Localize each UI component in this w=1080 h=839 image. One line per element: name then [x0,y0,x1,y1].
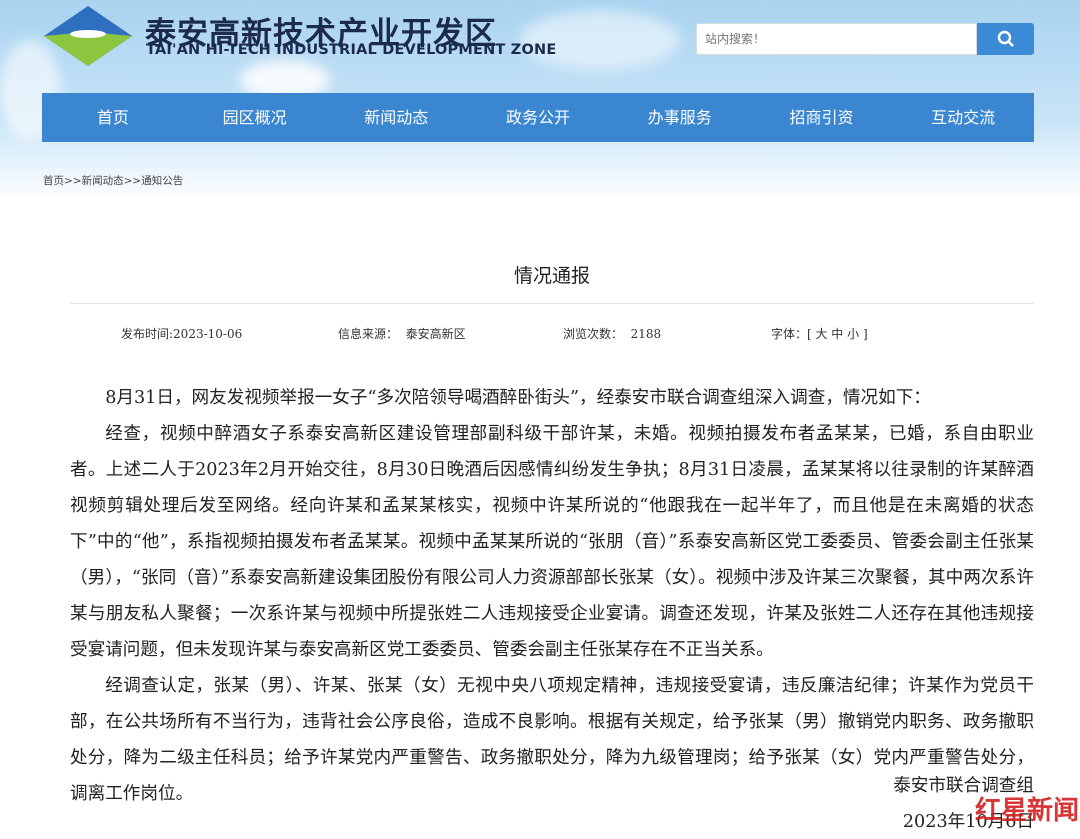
page-title: 情况通报 [513,265,590,287]
nav-government-affairs[interactable]: 政务公开 [467,93,609,142]
font-size-selector[interactable]: 字体：[ 大 中 小 ] [771,325,868,342]
nav-home[interactable]: 首页 [42,93,184,142]
nav-interaction[interactable]: 互动交流 [892,93,1034,142]
view-count: 浏览次数： 2188 [563,327,662,341]
nav-news[interactable]: 新闻动态 [325,93,467,142]
watermark-logo: 红星新闻 [975,796,1080,826]
site-name-en: TAI'AN HI-TECH INDUSTRIAL DEVELOPMENT ZO… [146,42,557,58]
nav-park-overview[interactable]: 园区概况 [184,93,326,142]
publish-time: 发布时间:2023-10-06 [121,327,243,341]
search-icon [997,30,1014,47]
breadcrumb[interactable]: 首页>>新闻动态>>通知公告 [43,173,183,188]
site-logo-icon [44,6,132,66]
nav-investment[interactable]: 招商引资 [751,93,893,142]
divider [70,303,1034,304]
paragraph: 经调查认定，张某（男）、许某、张某（女）无视中央八项规定精神，违规接受宴请，违反… [70,676,1034,804]
article-body: 8月31日，网友发视频举报一女子“多次陪领导喝酒醉卧街头”，经泰安市联合调查组深… [70,380,1034,812]
search-bar [696,23,1034,55]
search-input[interactable] [696,23,977,55]
main-nav: 首页 园区概况 新闻动态 政务公开 办事服务 招商引资 互动交流 [42,93,1034,142]
search-button[interactable] [977,23,1034,55]
info-source: 信息来源： 泰安高新区 [338,327,466,341]
paragraph: 经查，视频中醉酒女子系泰安高新区建设管理部副科级干部许某，未婚。视频拍摄发布者孟… [70,424,1034,660]
paragraph: 8月31日，网友发视频举报一女子“多次陪领导喝酒醉卧街头”，经泰安市联合调查组深… [105,388,931,408]
nav-services[interactable]: 办事服务 [609,93,751,142]
